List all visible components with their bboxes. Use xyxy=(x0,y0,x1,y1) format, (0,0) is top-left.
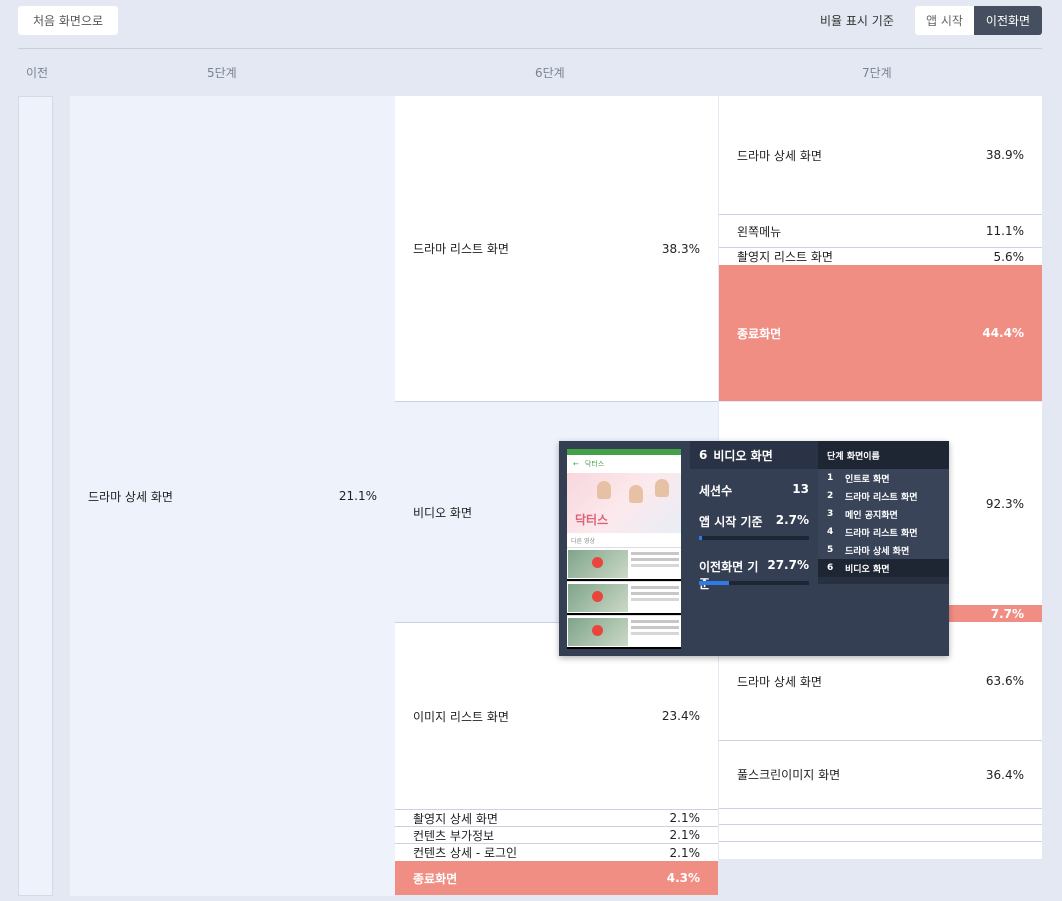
app-start-value: 2.7% xyxy=(775,513,809,527)
node-label: 풀스크린이미지 화면 xyxy=(737,768,841,782)
step6-exit-node[interactable]: 종료화면 4.3% xyxy=(395,861,718,895)
ratio-toggle[interactable]: 앱 시작 이전화면 xyxy=(915,6,1042,35)
thumb-video-row xyxy=(567,547,681,579)
step6-node[interactable]: 촬영지 상세 화면 2.1% xyxy=(395,810,718,827)
sessions-label: 세션수 xyxy=(699,484,733,498)
node-percent: 38.3% xyxy=(661,241,700,256)
screen-tooltip: ← 닥터스 닥터스 다른 영상 6 비디오 화면 세션수 13 앱 시작 기준 … xyxy=(559,441,949,656)
node-percent: 44.4% xyxy=(982,326,1024,340)
node-label: 이미지 리스트 화면 xyxy=(413,709,509,724)
step7-node-empty[interactable] xyxy=(719,809,1042,825)
tooltip-step: 6 xyxy=(699,448,708,462)
step7-node[interactable]: 촬영지 리스트 화면 5.6% xyxy=(719,248,1042,265)
path-item: 2 드라마 리스트 화면 xyxy=(818,487,949,505)
path-item: 4 드라마 리스트 화면 xyxy=(818,523,949,541)
path-item: 3 메인 공지화면 xyxy=(818,505,949,523)
path-item: 5 드라마 상세 화면 xyxy=(818,541,949,559)
node-percent: 4.3% xyxy=(666,871,700,885)
thumb-face xyxy=(655,479,669,497)
thumb-video-row xyxy=(567,615,681,647)
path-list: 단계 화면이름 1 인트로 화면 2 드라마 리스트 화면 3 메인 공지화면 4 드라… xyxy=(818,441,949,584)
node-percent: 5.6% xyxy=(993,249,1025,264)
step7-node-empty[interactable] xyxy=(719,825,1042,842)
prev-column[interactable] xyxy=(18,96,53,896)
step7-node[interactable]: 왼쪽메뉴 11.1% xyxy=(719,215,1042,248)
node-label: 촬영지 상세 화면 xyxy=(413,811,498,826)
node-label: 드라마 리스트 화면 xyxy=(413,242,509,256)
node-percent: 2.1% xyxy=(669,828,701,842)
ratio-option-previous[interactable]: 이전화면 xyxy=(974,6,1042,35)
node-label: 종료화면 xyxy=(413,871,458,886)
tooltip-stats: 6 비디오 화면 세션수 13 앱 시작 기준 2.7% 이전화면 기준 27.… xyxy=(690,441,818,656)
home-button[interactable]: 처음 화면으로 xyxy=(18,6,118,35)
thumb-face xyxy=(597,481,611,499)
node-label: 컨텐츠 부가정보 xyxy=(413,828,495,843)
step7-node[interactable]: 풀스크린이미지 화면 36.4% xyxy=(719,741,1042,809)
node-percent: 92.3% xyxy=(985,496,1024,511)
column-header-prev: 이전 xyxy=(26,66,49,80)
step5-node[interactable]: 드라마 상세 화면 21.1% xyxy=(70,96,395,896)
thumb-poster: 닥터스 xyxy=(567,473,681,533)
step7-exit-node[interactable]: 종료화면 44.4% xyxy=(719,265,1042,401)
path-list-header: 단계 화면이름 xyxy=(818,441,949,469)
ratio-basis-label: 비율 표시 기준 xyxy=(820,14,894,28)
prev-screen-row: 이전화면 기준 27.7% xyxy=(699,558,809,592)
app-start-label: 앱 시작 기준 xyxy=(699,515,763,529)
step6-node[interactable]: 컨텐츠 상세 - 로그인 2.1% xyxy=(395,844,718,861)
column-header-step5: 5단계 xyxy=(207,66,237,80)
node-label: 왼쪽메뉴 xyxy=(737,224,782,239)
header-divider xyxy=(18,48,1042,49)
path-item-current: 6 비디오 화면 xyxy=(818,559,949,577)
thumb-section-label: 다른 영상 xyxy=(567,533,681,547)
column-header-step6: 6단계 xyxy=(535,66,565,80)
app-start-row: 앱 시작 기준 2.7% xyxy=(699,513,809,530)
node-label: 드라마 상세 화면 xyxy=(737,674,822,689)
sessions-value: 13 xyxy=(792,482,809,496)
node-label: 촬영지 리스트 화면 xyxy=(737,250,833,264)
node-percent: 11.1% xyxy=(985,224,1024,238)
thumb-poster-title: 닥터스 xyxy=(575,513,609,527)
node-percent: 2.1% xyxy=(669,811,701,825)
node-percent: 2.1% xyxy=(669,845,701,860)
node-percent: 36.4% xyxy=(985,767,1024,782)
thumb-video-row xyxy=(567,581,681,613)
tooltip-title: 6 비디오 화면 xyxy=(690,441,818,469)
prev-screen-value: 27.7% xyxy=(767,558,809,572)
prev-screen-progress xyxy=(699,581,809,585)
step7-node[interactable]: 드라마 상세 화면 38.9% xyxy=(719,96,1042,215)
thumb-app-title: 닥터스 xyxy=(584,460,605,468)
play-icon xyxy=(592,591,603,602)
node-label: 비디오 화면 xyxy=(413,505,473,520)
thumb-face xyxy=(629,485,643,503)
step7-node-empty[interactable] xyxy=(719,842,1042,859)
node-percent: 21.1% xyxy=(338,489,377,503)
play-icon xyxy=(592,625,603,636)
node-percent: 38.9% xyxy=(985,148,1024,162)
node-label: 드라마 상세 화면 xyxy=(88,489,173,504)
step6-node[interactable]: 드라마 리스트 화면 38.3% xyxy=(395,96,718,402)
app-start-progress xyxy=(699,536,809,540)
prev-screen-label: 이전화면 기준 xyxy=(699,560,759,591)
tooltip-screen-name: 비디오 화면 xyxy=(713,448,773,463)
node-label: 컨텐츠 상세 - 로그인 xyxy=(413,846,518,860)
node-label: 드라마 상세 화면 xyxy=(737,148,822,163)
node-percent: 7.7% xyxy=(990,606,1024,621)
node-percent: 23.4% xyxy=(661,709,700,723)
step6-node[interactable]: 컨텐츠 부가정보 2.1% xyxy=(395,827,718,844)
play-icon xyxy=(592,557,603,568)
column-header-step7: 7단계 xyxy=(862,66,892,80)
node-label: 종료화면 xyxy=(737,326,782,341)
screen-thumbnail: ← 닥터스 닥터스 다른 영상 xyxy=(567,449,681,649)
thumb-app-bar: ← 닥터스 xyxy=(567,455,681,473)
sessions-row: 세션수 13 xyxy=(699,482,809,499)
ratio-option-app-start[interactable]: 앱 시작 xyxy=(915,6,974,35)
node-percent: 63.6% xyxy=(985,674,1024,688)
path-item: 1 인트로 화면 xyxy=(818,469,949,487)
